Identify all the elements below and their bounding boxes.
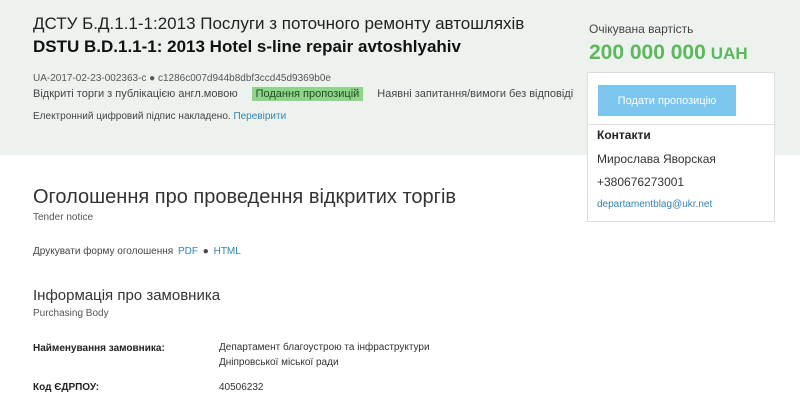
buyer-info-title: Інформація про замовника [33, 287, 221, 304]
buyer-name-value: Департамент благоустрою та інфраструктур… [219, 340, 430, 370]
buyer-code-value: 40506232 [219, 382, 264, 393]
contact-phone: +380676273001 [597, 175, 685, 189]
buyer-info-subtitle: Purchasing Body [33, 308, 109, 319]
buyer-code-label: Код ЄДРПОУ: [33, 382, 100, 393]
divider [588, 124, 776, 125]
tender-title-ua: ДСТУ Б.Д.1.1-1:2013 Послуги з поточного … [33, 14, 525, 33]
signature-text: Електронний цифровий підпис накладено. [33, 111, 231, 122]
tender-title-en: DSTU B.D.1.1-1: 2013 Hotel s-line repair… [33, 37, 461, 56]
tender-id: UA-2017-02-23-002363-c ● c1286c007d944b8… [33, 73, 331, 84]
notice-title: Оголошення про проведення відкритих торг… [33, 186, 457, 208]
print-pdf-link[interactable]: PDF [178, 246, 198, 257]
currency: UAH [710, 44, 748, 63]
print-form-line: Друкувати форму оголошення PDF ● HTML [33, 246, 243, 257]
procedure-type: Відкриті торги з публікацією англ.мовою [33, 88, 238, 100]
buyer-name-line2: Дніпровської міської ради [219, 357, 339, 368]
expected-value-label: Очікувана вартість [589, 22, 694, 36]
submit-proposal-button[interactable]: Подати пропозицію [598, 85, 736, 116]
signature-line: Електронний цифровий підпис накладено. П… [33, 111, 286, 122]
contacts-title: Контакти [597, 128, 651, 142]
contacts-card: Подати пропозицію Контакти Мирослава Яво… [587, 72, 776, 222]
status-badge: Подання пропозицій [251, 87, 364, 101]
questions-status: Наявні запитання/вимоги без відповіді [377, 88, 574, 100]
amount-value: 200 000 000 [589, 41, 706, 64]
expected-value-amount: 200 000 000 UAH [589, 41, 748, 65]
notice-subtitle: Tender notice [33, 212, 94, 223]
contact-name: Мирослава Яворская [597, 152, 716, 166]
contact-email-link[interactable]: departamentblag@ukr.net [597, 199, 712, 210]
verify-signature-link[interactable]: Перевірити [233, 111, 286, 122]
print-html-link[interactable]: HTML [214, 246, 241, 257]
tender-meta: Відкриті торги з публікацією англ.мовою … [33, 87, 573, 101]
buyer-name-line1: Департамент благоустрою та інфраструктур… [219, 342, 430, 353]
print-separator: ● [202, 246, 209, 257]
print-label: Друкувати форму оголошення [33, 246, 174, 257]
buyer-name-label: Найменування замовника: [33, 343, 165, 354]
